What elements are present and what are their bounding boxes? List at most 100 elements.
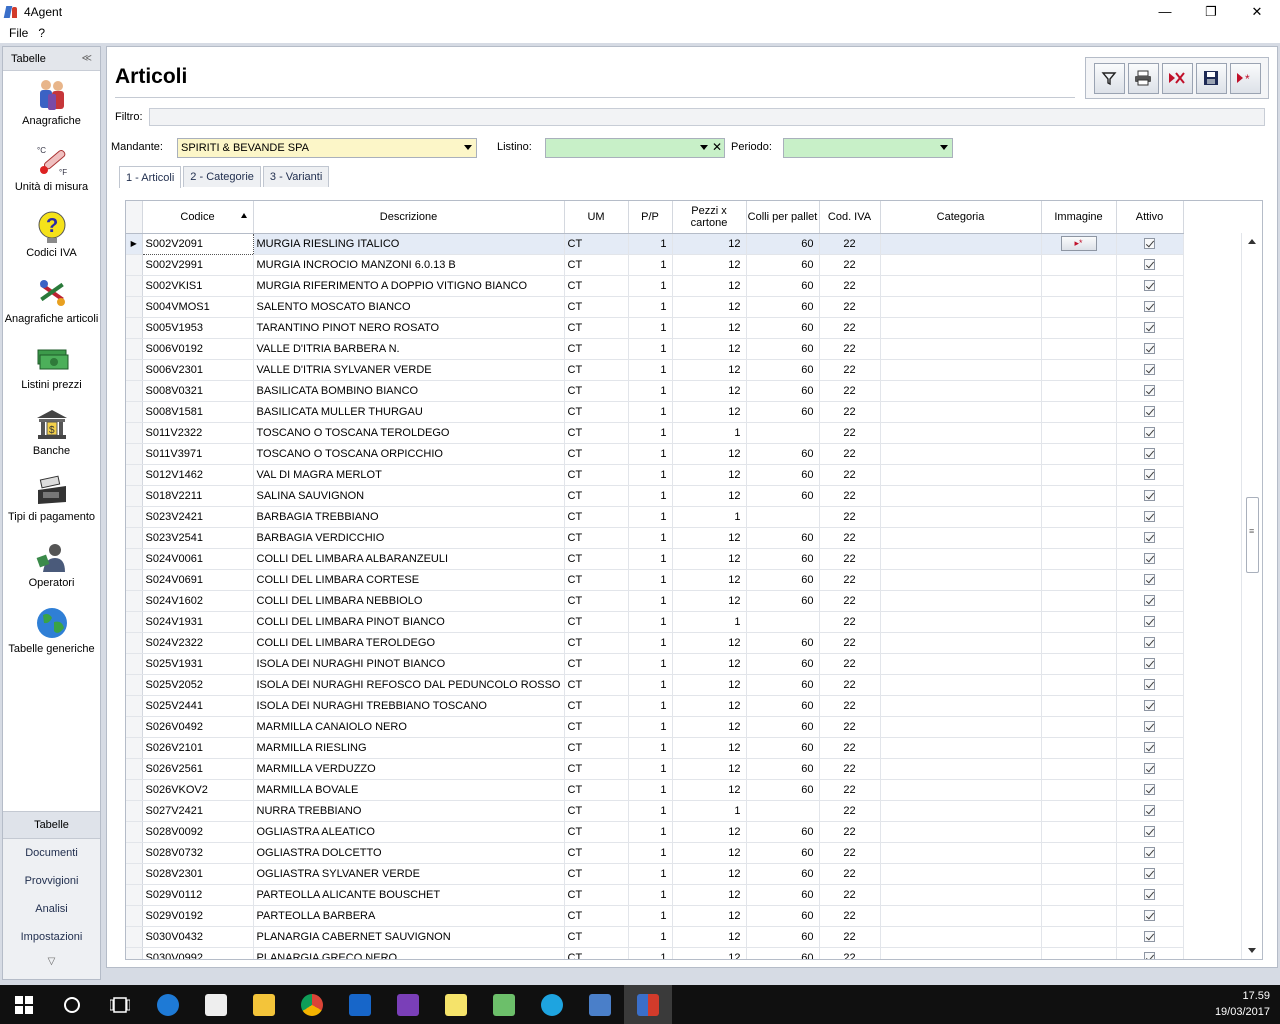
cell-immagine[interactable] [1041, 695, 1117, 717]
cell-attivo[interactable] [1116, 401, 1184, 423]
cell-codice[interactable]: S025V2052 [142, 674, 254, 696]
cell-codice[interactable]: S027V2421 [142, 800, 254, 822]
cell-colli[interactable]: 60 [746, 779, 820, 801]
active-checkbox[interactable] [1144, 343, 1155, 355]
table-row[interactable]: S011V2322 TOSCANO O TOSCANA TEROLDEGO CT 1 1… [126, 422, 1184, 444]
cell-categoria[interactable] [880, 758, 1042, 780]
cell-categoria[interactable] [880, 380, 1042, 402]
cell-immagine[interactable] [1041, 737, 1117, 759]
cell-um[interactable]: CT [564, 590, 629, 612]
cell-pezzi[interactable]: 12 [672, 485, 747, 507]
cell-immagine[interactable] [1041, 863, 1117, 885]
cell-attivo[interactable] [1116, 632, 1184, 654]
cell-pezzi[interactable]: 12 [672, 527, 747, 549]
table-row[interactable]: S026VKOV2 MARMILLA BOVALE CT 1 12 60 22 [126, 779, 1184, 801]
active-checkbox[interactable] [1144, 679, 1155, 691]
cell-pp[interactable]: 1 [628, 611, 673, 633]
scroll-up-icon[interactable] [1248, 239, 1256, 244]
row-indicator[interactable] [126, 464, 143, 486]
collapse-icon[interactable]: ≪ [82, 53, 92, 64]
cell-codice[interactable]: S028V0732 [142, 842, 254, 864]
cell-um[interactable]: CT [564, 548, 629, 570]
taskbar-store[interactable] [192, 985, 240, 1024]
row-indicator[interactable] [126, 611, 143, 633]
cell-attivo[interactable] [1116, 380, 1184, 402]
table-row[interactable]: S023V2541 BARBAGIA VERDICCHIO CT 1 12 60 22 [126, 527, 1184, 549]
cell-cod-iva[interactable]: 22 [819, 506, 881, 528]
image-button[interactable]: ▸* [1060, 236, 1097, 251]
cell-pezzi[interactable]: 12 [672, 296, 747, 318]
cell-categoria[interactable] [880, 716, 1042, 738]
taskbar-skype[interactable] [528, 985, 576, 1024]
delete-button[interactable] [1161, 62, 1193, 94]
cell-colli[interactable]: 60 [746, 233, 820, 255]
active-checkbox[interactable] [1144, 868, 1155, 880]
cell-um[interactable]: CT [564, 800, 629, 822]
cell-codice[interactable]: S008V1581 [142, 401, 254, 423]
cell-descrizione[interactable]: TARANTINO PINOT NERO ROSATO [253, 317, 565, 339]
cell-pp[interactable]: 1 [628, 296, 673, 318]
cell-attivo[interactable] [1116, 590, 1184, 612]
cell-immagine[interactable] [1041, 905, 1117, 927]
cell-colli[interactable]: 60 [746, 527, 820, 549]
cell-immagine[interactable]: ▸* [1041, 233, 1117, 255]
active-checkbox[interactable] [1144, 406, 1155, 418]
cell-codice[interactable]: S026VKOV2 [142, 779, 254, 801]
task-view-button[interactable] [96, 985, 144, 1024]
cell-immagine[interactable] [1041, 548, 1117, 570]
cell-attivo[interactable] [1116, 527, 1184, 549]
row-indicator[interactable] [126, 422, 143, 444]
cell-cod-iva[interactable]: 22 [819, 422, 881, 444]
cell-pp[interactable]: 1 [628, 590, 673, 612]
cell-codice[interactable]: S024V2322 [142, 632, 254, 654]
active-checkbox[interactable] [1144, 700, 1155, 712]
cell-pezzi[interactable]: 12 [672, 695, 747, 717]
chevron-down-icon[interactable]: ▽ [3, 951, 100, 971]
table-row[interactable]: S011V3971 TOSCANO O TOSCANA ORPICCHIO CT 1 1… [126, 443, 1184, 465]
cell-codice[interactable]: S025V1931 [142, 653, 254, 675]
table-row[interactable]: S006V2301 VALLE D'ITRIA SYLVANER VERDE CT 1… [126, 359, 1184, 381]
cell-immagine[interactable] [1041, 359, 1117, 381]
cell-descrizione[interactable]: PLANARGIA GRECO NERO [253, 947, 565, 959]
cell-um[interactable]: CT [564, 338, 629, 360]
cell-codice[interactable]: S011V2322 [142, 422, 254, 444]
cell-immagine[interactable] [1041, 443, 1117, 465]
row-indicator[interactable] [126, 506, 143, 528]
cell-immagine[interactable] [1041, 758, 1117, 780]
menu-help[interactable]: ? [33, 26, 50, 40]
table-row[interactable]: S030V0432 PLANARGIA CABERNET SAUVIGNON CT 1… [126, 926, 1184, 948]
cell-pp[interactable]: 1 [628, 443, 673, 465]
cell-immagine[interactable] [1041, 611, 1117, 633]
cell-descrizione[interactable]: MARMILLA RIESLING [253, 737, 565, 759]
cell-pp[interactable]: 1 [628, 821, 673, 843]
table-row[interactable]: S028V2301 OGLIASTRA SYLVANER VERDE CT 1 12 60… [126, 863, 1184, 885]
nav-tabelle[interactable]: Tabelle [3, 811, 100, 839]
cell-immagine[interactable] [1041, 401, 1117, 423]
row-indicator[interactable] [126, 485, 143, 507]
table-row[interactable]: S028V0732 OGLIASTRA DOLCETTO CT 1 12 60 22 [126, 842, 1184, 864]
cell-pp[interactable]: 1 [628, 233, 673, 255]
cell-codice[interactable]: S023V2541 [142, 527, 254, 549]
cell-immagine[interactable] [1041, 947, 1117, 959]
cell-cod-iva[interactable]: 22 [819, 464, 881, 486]
column-header-codice[interactable]: Codice [142, 201, 254, 234]
cell-codice[interactable]: S011V3971 [142, 443, 254, 465]
cell-colli[interactable]: 60 [746, 401, 820, 423]
cell-um[interactable]: CT [564, 863, 629, 885]
cell-attivo[interactable] [1116, 275, 1184, 297]
cell-categoria[interactable] [880, 422, 1042, 444]
taskbar-teamviewer[interactable] [336, 985, 384, 1024]
cell-pezzi[interactable]: 12 [672, 737, 747, 759]
table-row[interactable]: S029V0192 PARTEOLLA BARBERA CT 1 12 60 22 [126, 905, 1184, 927]
cell-cod-iva[interactable]: 22 [819, 296, 881, 318]
cell-attivo[interactable] [1116, 443, 1184, 465]
cell-cod-iva[interactable]: 22 [819, 569, 881, 591]
cell-cod-iva[interactable]: 22 [819, 632, 881, 654]
cell-pezzi[interactable]: 12 [672, 275, 747, 297]
active-checkbox[interactable] [1144, 658, 1155, 670]
cell-pp[interactable]: 1 [628, 695, 673, 717]
cell-um[interactable]: CT [564, 842, 629, 864]
cell-pp[interactable]: 1 [628, 317, 673, 339]
active-checkbox[interactable] [1144, 385, 1155, 397]
cell-cod-iva[interactable]: 22 [819, 380, 881, 402]
